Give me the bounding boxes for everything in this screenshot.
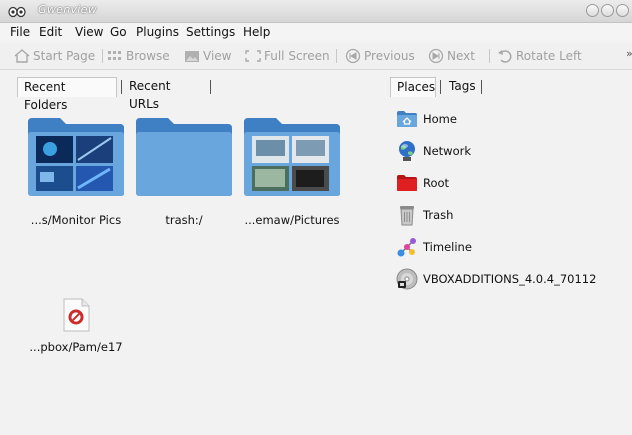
rotate-left-button[interactable]: Rotate Left — [497, 47, 582, 65]
place-label: Network — [423, 144, 472, 158]
tab-recent-folders[interactable]: Recent Folders — [17, 77, 117, 112]
minimize-button[interactable] — [586, 4, 599, 17]
toolbar-overflow-chevron[interactable]: » — [626, 47, 632, 60]
place-label: Root — [423, 176, 450, 190]
window-title: Gwenview — [38, 3, 97, 16]
title-bar: Gwenview — [0, 0, 632, 23]
tab-divider — [121, 80, 122, 94]
browse-button[interactable]: Browse — [107, 47, 170, 65]
home-icon — [14, 49, 30, 63]
full-screen-button[interactable]: Full Screen — [245, 47, 330, 65]
gwenview-app-icon[interactable] — [8, 4, 26, 18]
rotate-left-label: Rotate Left — [516, 49, 582, 63]
view-label: View — [203, 49, 232, 63]
main-toolbar: Start Page Browse View Full Screen Previ… — [0, 43, 632, 70]
tab-tags[interactable]: Tags — [443, 77, 479, 97]
place-item-root[interactable]: Root — [396, 171, 449, 195]
folder-label: ...emaw/Pictures — [244, 213, 340, 227]
previous-icon — [345, 48, 361, 64]
tab-divider — [440, 80, 441, 94]
place-item-network[interactable]: Network — [396, 139, 471, 163]
folder-label: ...pbox/Pam/e17 — [29, 340, 123, 354]
place-label: VBOXADDITIONS_4.0.4_70112 — [423, 272, 597, 286]
start-page-button[interactable]: Start Page — [14, 47, 95, 65]
tab-tags-label: Tags — [449, 79, 476, 93]
tab-recent-folders-label: Recent Folders — [24, 80, 68, 112]
network-globe-icon — [396, 140, 418, 162]
place-label: Trash — [423, 208, 454, 222]
menu-file[interactable]: File — [10, 25, 30, 39]
menu-view[interactable]: View — [75, 25, 103, 39]
place-item-timeline[interactable]: Timeline — [396, 235, 472, 259]
menu-settings[interactable]: Settings — [186, 25, 235, 39]
browse-grid-icon — [108, 51, 121, 60]
optical-disc-icon — [396, 268, 418, 290]
folder-label: trash:/ — [165, 213, 203, 227]
menu-bar: File Edit View Go Plugins Settings Help — [0, 23, 632, 41]
start-page-label: Start Page — [33, 49, 96, 63]
tab-divider — [481, 80, 482, 94]
red-folder-icon — [396, 172, 418, 194]
toolbar-divider — [489, 49, 490, 63]
toolbar-divider — [102, 49, 103, 63]
next-label: Next — [447, 49, 475, 63]
home-folder-icon — [396, 108, 418, 130]
folder-thumbnail[interactable] — [242, 116, 342, 198]
trash-can-icon — [396, 204, 418, 226]
place-item-trash[interactable]: Trash — [396, 203, 453, 227]
timeline-icon — [396, 236, 418, 258]
close-button[interactable] — [616, 4, 629, 17]
menu-edit[interactable]: Edit — [39, 25, 62, 39]
next-icon — [428, 48, 444, 64]
previous-label: Previous — [364, 49, 415, 63]
folder-label: ...s/Monitor Pics — [30, 213, 122, 227]
place-label: Timeline — [423, 240, 472, 254]
place-item-vboxadditions[interactable]: VBOXADDITIONS_4.0.4_70112 — [396, 267, 596, 291]
toolbar-divider — [336, 49, 337, 63]
blocked-file-icon[interactable] — [60, 297, 92, 333]
previous-button[interactable]: Previous — [345, 47, 415, 65]
view-button[interactable]: View — [184, 47, 231, 65]
menu-go[interactable]: Go — [110, 25, 127, 39]
full-screen-label: Full Screen — [264, 49, 330, 63]
full-screen-icon — [245, 50, 261, 62]
tab-recent-urls-label: Recent URLs — [129, 79, 171, 111]
menu-plugins[interactable]: Plugins — [136, 25, 179, 39]
tab-recent-urls[interactable]: Recent URLs — [123, 77, 207, 111]
tab-places-label: Places — [397, 80, 436, 94]
browse-label: Browse — [126, 49, 170, 63]
folder-thumbnail[interactable] — [26, 116, 126, 198]
next-button[interactable]: Next — [428, 47, 475, 65]
rotate-left-icon — [498, 50, 512, 63]
maximize-button[interactable] — [601, 4, 614, 17]
menu-help[interactable]: Help — [243, 25, 270, 39]
folder-thumbnail[interactable] — [134, 116, 234, 198]
place-item-home[interactable]: Home — [396, 107, 457, 131]
tab-places[interactable]: Places — [390, 77, 436, 97]
place-label: Home — [423, 112, 457, 126]
image-view-icon — [185, 50, 199, 62]
tab-divider — [210, 80, 211, 94]
